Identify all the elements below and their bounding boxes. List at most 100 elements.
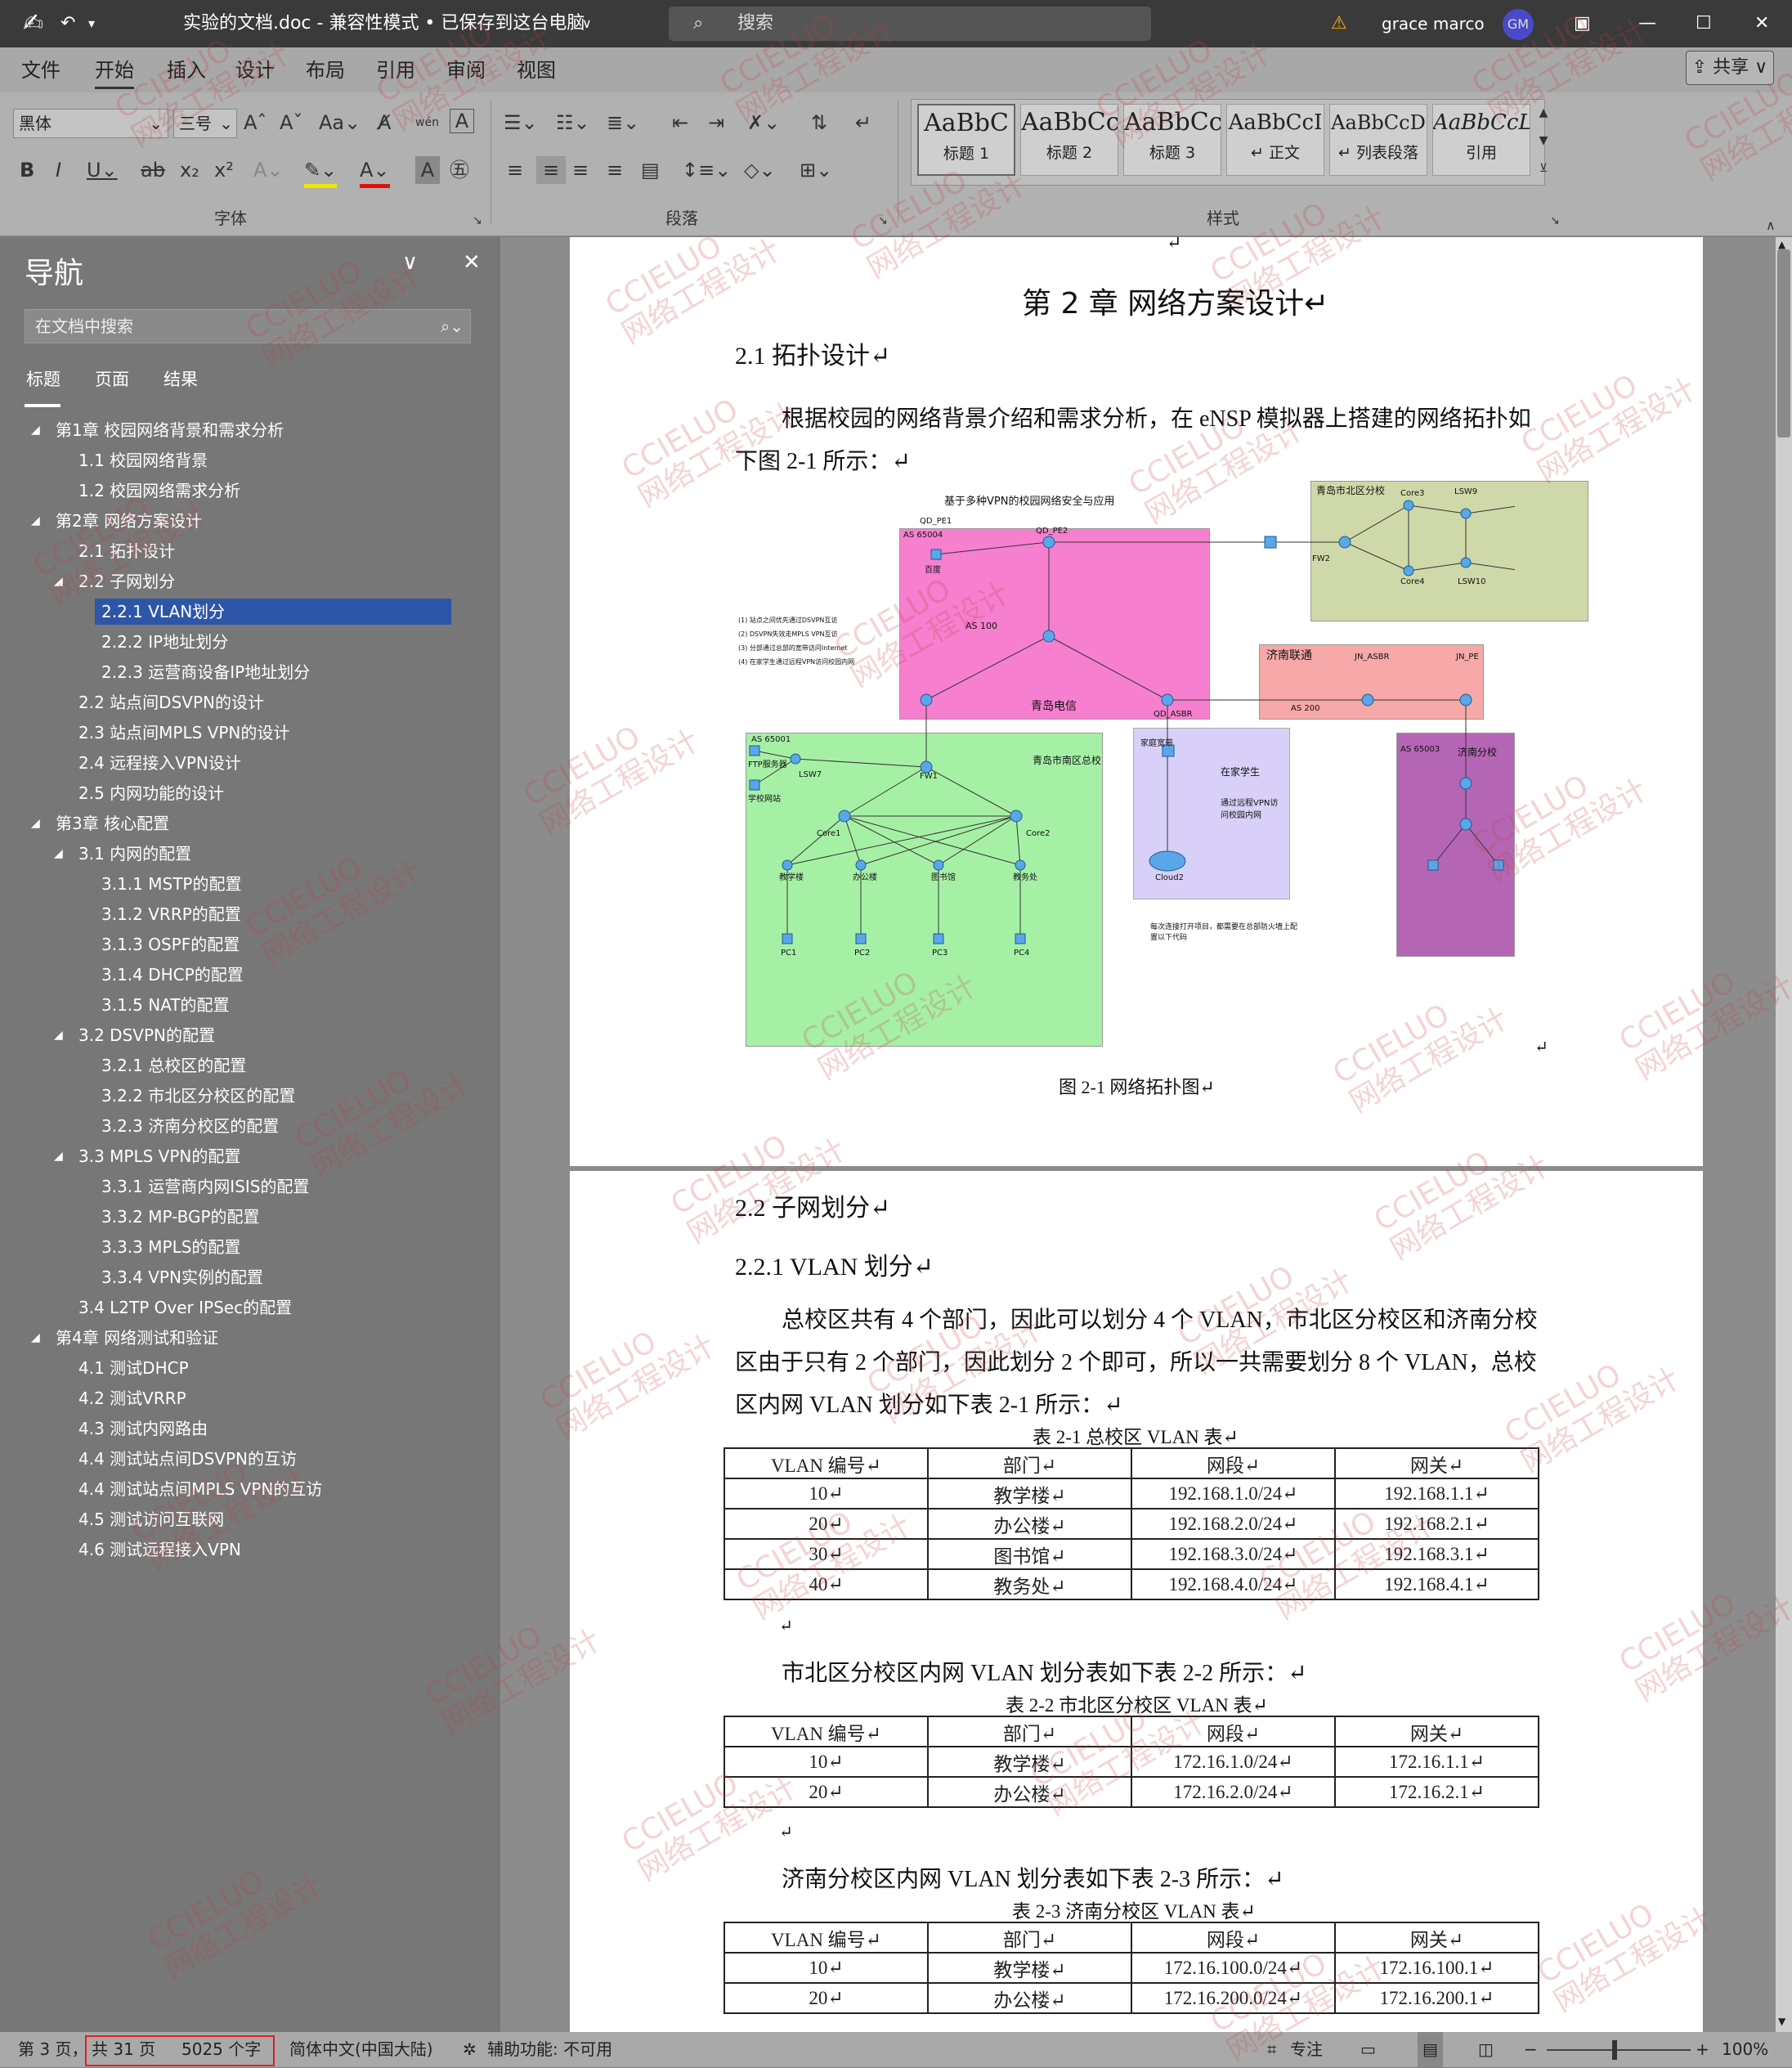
paragraph-dialog-icon[interactable]: ↘	[878, 207, 888, 235]
avatar[interactable]: GM	[1503, 9, 1534, 40]
style-heading-3[interactable]: AaBbCc 标题 3	[1123, 104, 1221, 176]
nav-heading-item[interactable]: ◢ 3.3 MPLS VPN的配置	[54, 1143, 240, 1169]
nav-tab-results[interactable]: 结果	[164, 366, 198, 391]
nav-heading-item[interactable]: 3.3.4 VPN实例的配置	[101, 1264, 263, 1290]
nav-heading-item[interactable]: 3.4 L2TP Over IPSec的配置	[78, 1294, 292, 1321]
nav-heading-item[interactable]: 2.5 内网功能的设计	[78, 780, 224, 806]
collapse-arrow-icon[interactable]: ◢	[31, 417, 40, 443]
nav-heading-item[interactable]: 2.2.2 IP地址划分	[101, 629, 228, 655]
nav-tab-headings[interactable]: 标题	[26, 366, 60, 391]
collapse-arrow-icon[interactable]: ◢	[31, 1325, 40, 1351]
collapse-arrow-icon[interactable]: ◢	[31, 810, 40, 837]
menu-view[interactable]: 视图	[517, 54, 556, 87]
shrink-font-icon[interactable]: Aˇ	[280, 109, 302, 137]
nav-heading-item[interactable]: 1.2 校园网络需求分析	[78, 478, 240, 504]
nav-heading-item[interactable]: 4.6 测试远程接入VPN	[78, 1536, 241, 1563]
underline-icon[interactable]: U⌄	[87, 156, 118, 184]
style-heading-1[interactable]: AaBbC 标题 1	[917, 104, 1015, 176]
font-name-select[interactable]: 黑体 ⌄	[13, 109, 168, 138]
scroll-down-icon[interactable]: ▼	[1778, 2016, 1785, 2027]
search-box[interactable]: ⌕ 搜索	[669, 7, 1151, 41]
collapse-arrow-icon[interactable]: ◢	[54, 568, 63, 594]
justify-icon[interactable]: ≡	[607, 156, 623, 184]
nav-heading-item[interactable]: 4.1 测试DHCP	[78, 1355, 189, 1381]
nav-heading-item[interactable]: 3.3.3 MPLS的配置	[101, 1234, 240, 1260]
document-title[interactable]: 实验的文档.doc - 兼容性模式 • 已保存到这台电脑	[183, 0, 585, 47]
shading-icon[interactable]: ◇⌄	[744, 156, 776, 184]
menu-design[interactable]: 设计	[235, 54, 275, 87]
nav-heading-item[interactable]: ◢ 第4章 网络测试和验证	[31, 1325, 218, 1351]
border-char-icon[interactable]: A	[450, 109, 474, 133]
collapse-arrow-icon[interactable]: ◢	[54, 841, 63, 867]
menu-review[interactable]: 审阅	[446, 54, 486, 87]
zoom-slider[interactable]	[1547, 2049, 1691, 2051]
strikethrough-icon[interactable]: ab	[141, 156, 165, 184]
nav-heading-item[interactable]: 2.4 远程接入VPN设计	[78, 750, 241, 776]
close-icon[interactable]: ✕	[463, 250, 481, 275]
style-quote[interactable]: AaBbCcL 引用	[1432, 104, 1530, 176]
clear-format-icon[interactable]: A̸	[378, 109, 391, 137]
numbering-icon[interactable]: ☷⌄	[556, 109, 590, 137]
nav-tab-pages[interactable]: 页面	[95, 366, 129, 391]
nav-heading-item[interactable]: 4.5 测试访问互联网	[78, 1506, 224, 1532]
menu-layout[interactable]: 布局	[306, 54, 345, 87]
close-icon[interactable]: ✕	[1754, 0, 1769, 47]
collapse-arrow-icon[interactable]: ◢	[31, 508, 40, 534]
collapse-arrow-icon[interactable]: ◢	[54, 1022, 63, 1048]
collapse-ribbon-icon[interactable]: ∧	[1766, 212, 1776, 240]
menu-home[interactable]: 开始	[95, 54, 134, 89]
gallery-up-icon[interactable]: ▲	[1535, 99, 1552, 127]
align-left-icon[interactable]: ≡	[507, 156, 523, 184]
maximize-icon[interactable]: ☐	[1696, 0, 1712, 47]
align-right-icon[interactable]: ≡	[572, 156, 589, 184]
align-center-icon[interactable]: ≡	[536, 156, 566, 184]
grow-font-icon[interactable]: Aˆ	[244, 109, 267, 137]
nav-heading-item[interactable]: ◢ 2.2 子网划分	[54, 568, 175, 594]
increase-indent-icon[interactable]: ⇥	[708, 109, 724, 137]
nav-heading-item[interactable]: 3.1.5 NAT的配置	[101, 992, 230, 1018]
print-layout-icon[interactable]: ▤	[1418, 2032, 1443, 2067]
ribbon-display-icon[interactable]: ▣	[1574, 0, 1591, 47]
undo-icon[interactable]: ↶	[60, 0, 75, 47]
minimize-icon[interactable]: —	[1638, 0, 1656, 47]
multilevel-list-icon[interactable]: ≣⌄	[607, 109, 639, 137]
nav-heading-item[interactable]: 3.1.4 DHCP的配置	[101, 962, 244, 988]
language-status[interactable]: 简体中文(中国大陆)	[289, 2032, 433, 2067]
nav-heading-item[interactable]: ◢ 3.1 内网的配置	[54, 841, 191, 867]
bold-icon[interactable]: B	[20, 156, 34, 184]
style-list-paragraph[interactable]: AaBbCcD ↵ 列表段落	[1329, 104, 1427, 176]
nav-heading-item[interactable]: ◢ 第2章 网络方案设计	[31, 508, 202, 534]
gallery-down-icon[interactable]: ▼	[1535, 127, 1552, 155]
decrease-indent-icon[interactable]: ⇤	[672, 109, 688, 137]
nav-heading-item[interactable]: 4.4 测试站点间DSVPN的互访	[78, 1446, 297, 1472]
distributed-icon[interactable]: ▤	[641, 156, 660, 184]
page-indicator[interactable]: 第 3 页，	[18, 2032, 87, 2067]
nav-heading-item[interactable]: 3.2.2 市北区分校区的配置	[101, 1083, 295, 1109]
font-color-icon[interactable]: A⌄	[360, 156, 390, 188]
chevron-down-icon[interactable]: ∨	[402, 250, 418, 275]
change-case-icon[interactable]: Aa⌄	[319, 109, 361, 137]
zoom-slider-handle[interactable]	[1612, 2040, 1617, 2060]
customize-toolbar-icon[interactable]: ▾	[88, 0, 95, 47]
nav-heading-item[interactable]: ◢ 第1章 校园网络背景和需求分析	[31, 417, 284, 443]
scroll-up-icon[interactable]: ▲	[1778, 239, 1785, 250]
web-layout-icon[interactable]: ◫	[1478, 2032, 1494, 2067]
show-marks-icon[interactable]: ↵	[855, 109, 871, 137]
nav-heading-item[interactable]: 4.2 测试VRRP	[78, 1385, 186, 1411]
menu-insert[interactable]: 插入	[167, 54, 206, 87]
highlight-icon[interactable]: ✎⌄	[304, 156, 338, 188]
chinese-layout-icon[interactable]: ✗⌄	[747, 109, 780, 137]
text-effects-icon[interactable]: A⌄	[253, 156, 284, 184]
superscript-icon[interactable]: x²	[214, 156, 234, 184]
gallery-more-icon[interactable]: ⊻	[1535, 155, 1552, 182]
user-name[interactable]: grace marco	[1382, 0, 1485, 47]
nav-heading-item[interactable]: 3.1.3 OSPF的配置	[101, 931, 240, 958]
nav-heading-item[interactable]: 3.3.2 MP-BGP的配置	[101, 1204, 260, 1230]
nav-heading-item[interactable]: 3.2.3 济南分校区的配置	[101, 1113, 279, 1139]
chevron-down-icon[interactable]: ∨	[582, 0, 592, 47]
vertical-scrollbar[interactable]: ▲ ▼	[1776, 237, 1792, 2032]
read-mode-icon[interactable]: ▭	[1360, 2032, 1376, 2067]
accessibility-status[interactable]: 辅助功能: 不可用	[487, 2032, 612, 2067]
nav-heading-item[interactable]: ◢ 第3章 核心配置	[31, 810, 169, 837]
subscript-icon[interactable]: x₂	[180, 156, 199, 184]
